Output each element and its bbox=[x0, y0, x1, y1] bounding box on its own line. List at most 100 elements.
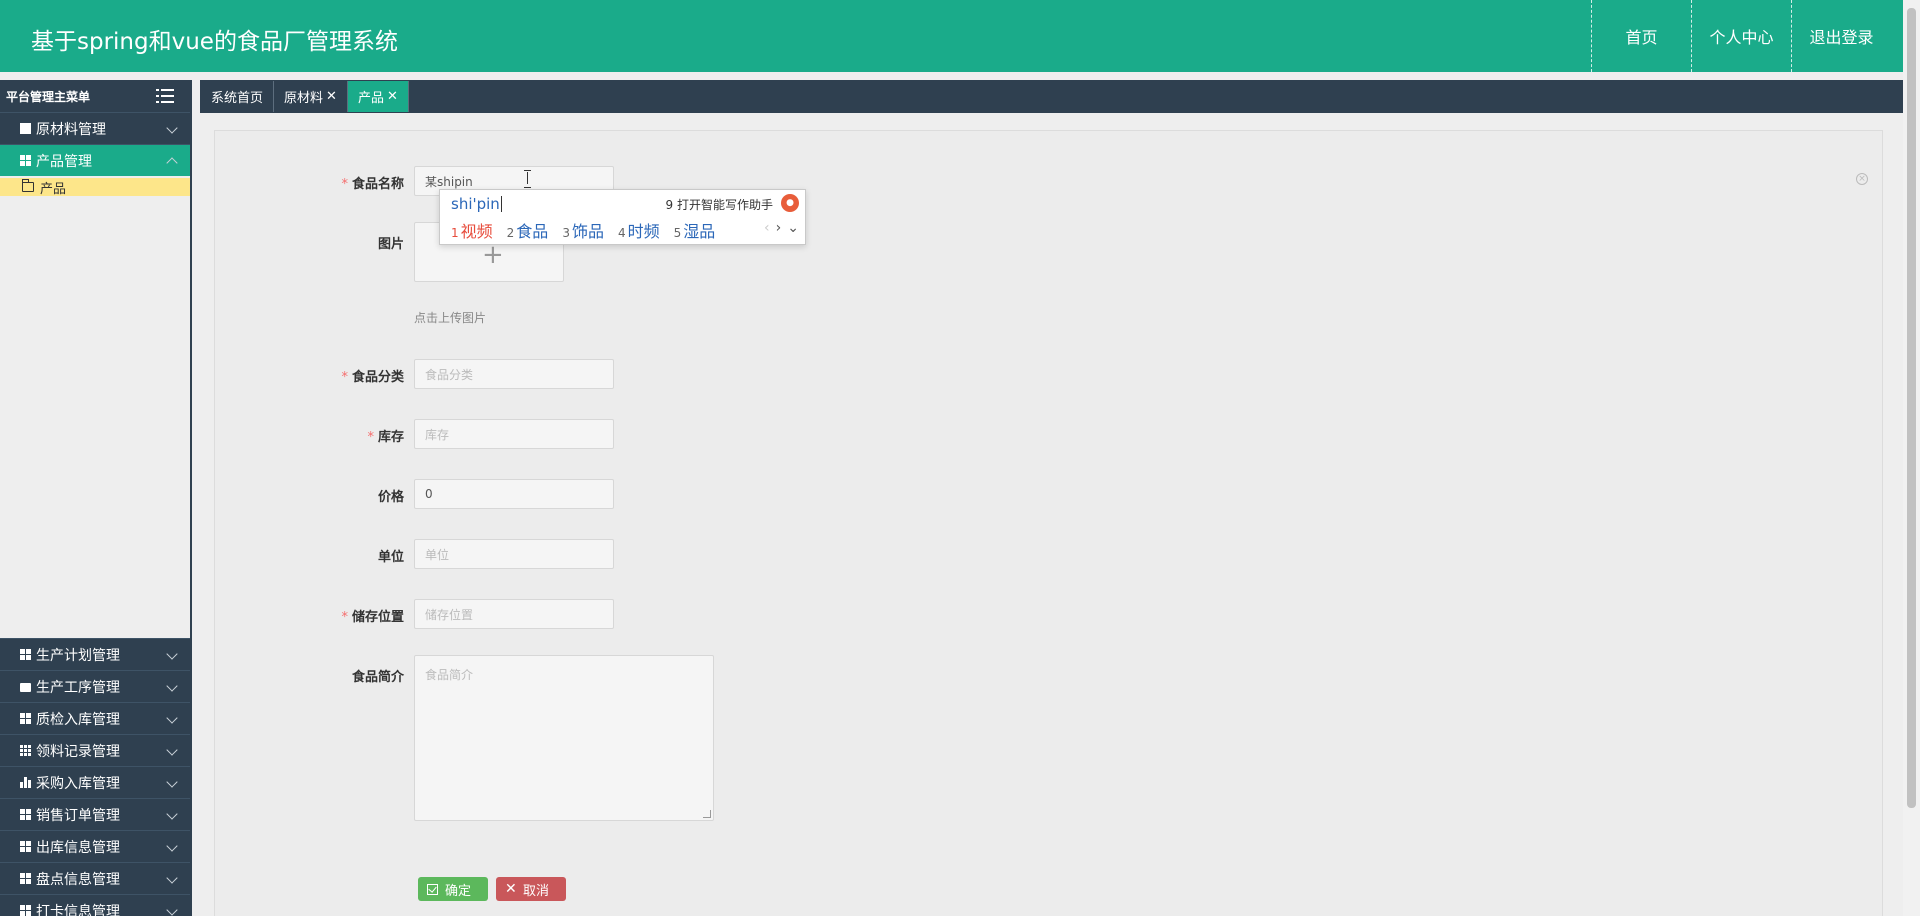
close-circle-icon[interactable]: × bbox=[1856, 173, 1868, 185]
food-category-input[interactable]: 食品分类 bbox=[414, 359, 614, 389]
confirm-button-label: 确定 bbox=[445, 883, 472, 899]
sidebar-group-production-plan[interactable]: 生产计划管理 bbox=[0, 638, 190, 670]
top-nav: 首页 个人中心 退出登录 bbox=[1591, 0, 1903, 72]
confirm-button[interactable]: 确定 bbox=[418, 877, 488, 901]
candidate-number: 2 bbox=[506, 226, 515, 240]
field-label: 单位 bbox=[377, 550, 404, 565]
grid-icon bbox=[20, 155, 31, 166]
sidebar-group-raw-materials[interactable]: 原材料管理 bbox=[0, 112, 190, 144]
candidate-text: 视频 bbox=[460, 222, 493, 241]
bar-chart-icon bbox=[20, 777, 31, 788]
chevron-down-icon bbox=[166, 776, 178, 788]
sidebar-group-sales-orders[interactable]: 销售订单管理 bbox=[0, 798, 190, 830]
field-label: * 储存位置 bbox=[284, 606, 404, 625]
sidebar-group-production-process[interactable]: 生产工序管理 bbox=[0, 670, 190, 702]
grid-icon bbox=[20, 713, 31, 724]
chevron-right-icon[interactable]: › bbox=[776, 220, 782, 236]
chevron-down-icon bbox=[166, 122, 178, 134]
sidebar-group-label: 生产工序管理 bbox=[36, 679, 120, 696]
required-mark: * bbox=[341, 177, 348, 192]
candidate-text: 饰品 bbox=[571, 222, 604, 241]
ime-composition-text: shi'pin bbox=[451, 195, 500, 213]
ime-candidate[interactable]: 3 饰品 bbox=[562, 218, 604, 242]
price-input[interactable]: 0 bbox=[414, 479, 614, 509]
chevron-left-icon[interactable]: ‹ bbox=[764, 220, 770, 236]
chevron-down-icon bbox=[166, 904, 178, 916]
candidate-number: 1 bbox=[451, 226, 459, 240]
close-icon[interactable]: ✕ bbox=[326, 89, 337, 104]
chevron-down-icon bbox=[166, 872, 178, 884]
sidebar-lower-groups: 生产计划管理 生产工序管理 质检入库管理 领料记录管理 采购入库管理 销售订单管… bbox=[0, 638, 190, 916]
ime-candidates: 1 视频 2 食品 3 饰品 4 时频 5 湿品 bbox=[451, 218, 729, 242]
tab-raw-materials[interactable]: 原材料 ✕ bbox=[274, 81, 348, 112]
field-label-text: 食品分类 bbox=[351, 370, 404, 385]
sidebar-group-products[interactable]: 产品管理 bbox=[0, 144, 190, 176]
required-mark: * bbox=[341, 370, 348, 385]
field-label: 价格 bbox=[377, 490, 404, 505]
sidebar-group-label: 产品管理 bbox=[36, 153, 92, 170]
sidebar: 平台管理主菜单 原材料管理 产品管理 产品 生产计划管理 生产工序管理 质检入库… bbox=[0, 80, 192, 916]
grid-icon bbox=[20, 905, 31, 916]
field-label-text: 储存位置 bbox=[351, 610, 404, 625]
sidebar-group-label: 销售订单管理 bbox=[36, 807, 120, 824]
candidate-number: 4 bbox=[617, 226, 626, 240]
sidebar-group-label: 出库信息管理 bbox=[36, 839, 120, 856]
ime-composition: shi'pin bbox=[451, 195, 502, 213]
sidebar-group-label: 领料记录管理 bbox=[36, 743, 120, 760]
field-label: 食品简介 bbox=[351, 670, 404, 685]
ime-candidate[interactable]: 5 湿品 bbox=[674, 218, 716, 242]
menu-toggle-icon[interactable] bbox=[156, 89, 174, 103]
nav-profile[interactable]: 个人中心 bbox=[1691, 0, 1791, 72]
field-label: 图片 bbox=[377, 237, 404, 252]
candidate-text: 食品 bbox=[516, 222, 549, 241]
text-cursor-icon bbox=[524, 170, 532, 188]
close-icon: ✕ bbox=[505, 880, 517, 897]
sidebar-group-inventory-check[interactable]: 盘点信息管理 bbox=[0, 862, 190, 894]
candidate-text: 时频 bbox=[627, 222, 660, 241]
sidebar-group-qc-storage[interactable]: 质检入库管理 bbox=[0, 702, 190, 734]
unit-input[interactable]: 单位 bbox=[414, 539, 614, 569]
chevron-up-icon bbox=[166, 157, 178, 169]
sidebar-group-label: 采购入库管理 bbox=[36, 775, 120, 792]
tab-home[interactable]: 系统首页 bbox=[201, 81, 275, 112]
candidate-number: 3 bbox=[562, 226, 570, 240]
resize-handle[interactable] bbox=[703, 810, 711, 818]
ime-candidate-popup: shi'pin 9 打开智能写作助手 ● 1 视频 2 食品 3 饰品 4 时频 5 湿品… bbox=[439, 189, 806, 245]
field-label-text: 库存 bbox=[377, 430, 404, 445]
top-header: 基于spring和vue的食品厂管理系统 首页 个人中心 退出登录 bbox=[0, 0, 1903, 72]
sidebar-group-material-pick[interactable]: 领料记录管理 bbox=[0, 734, 190, 766]
briefcase-icon bbox=[20, 683, 31, 692]
tab-label: 产品 bbox=[357, 91, 384, 106]
storage-location-input[interactable]: 储存位置 bbox=[414, 599, 614, 629]
chevron-down-icon bbox=[166, 712, 178, 724]
food-intro-textarea[interactable]: 食品简介 bbox=[414, 655, 714, 821]
chevron-down-icon[interactable]: ⌄ bbox=[787, 220, 799, 236]
ime-candidate[interactable]: 1 视频 bbox=[451, 218, 493, 242]
field-label: * 库存 bbox=[284, 426, 404, 445]
book-icon bbox=[20, 123, 31, 134]
sidebar-group-attendance[interactable]: 打卡信息管理 bbox=[0, 894, 190, 916]
candidate-text: 湿品 bbox=[683, 222, 716, 241]
page-scrollbar[interactable] bbox=[1903, 0, 1920, 916]
sidebar-group-outbound[interactable]: 出库信息管理 bbox=[0, 830, 190, 862]
ime-assistant-link[interactable]: 9 打开智能写作助手 bbox=[666, 196, 773, 213]
nav-home[interactable]: 首页 bbox=[1591, 0, 1691, 72]
app-title: 基于spring和vue的食品厂管理系统 bbox=[31, 29, 398, 55]
sidebar-item-product[interactable]: 产品 bbox=[0, 178, 190, 197]
scrollbar-thumb[interactable] bbox=[1907, 8, 1916, 808]
sidebar-group-purchase[interactable]: 采购入库管理 bbox=[0, 766, 190, 798]
grid-icon bbox=[20, 809, 31, 820]
cancel-button[interactable]: ✕ 取消 bbox=[496, 877, 566, 901]
ime-candidate[interactable]: 2 食品 bbox=[507, 218, 549, 242]
sidebar-item-label: 产品 bbox=[40, 181, 67, 197]
table-icon bbox=[20, 745, 31, 756]
stock-input[interactable]: 库存 bbox=[414, 419, 614, 449]
ime-candidate[interactable]: 4 时频 bbox=[618, 218, 660, 242]
field-label: * 食品分类 bbox=[284, 366, 404, 385]
grid-icon bbox=[20, 649, 31, 660]
close-icon[interactable]: ✕ bbox=[387, 89, 398, 104]
tab-product[interactable]: 产品 ✕ bbox=[347, 81, 409, 112]
nav-logout[interactable]: 退出登录 bbox=[1791, 0, 1903, 72]
field-label-text: 食品名称 bbox=[351, 177, 404, 192]
chevron-down-icon bbox=[166, 648, 178, 660]
